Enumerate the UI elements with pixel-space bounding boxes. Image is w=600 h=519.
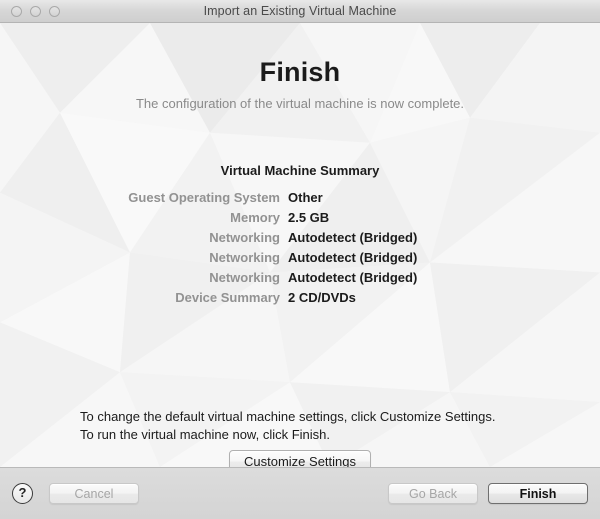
table-row: Guest Operating System Other [112,188,488,208]
go-back-button[interactable]: Go Back [388,483,478,504]
instruction-line-2: To run the virtual machine now, click Fi… [80,427,330,442]
summary-label: Networking [209,230,280,245]
customize-settings-row: Customize Settings [0,450,600,467]
instructions-text: To change the default virtual machine se… [80,408,496,444]
instruction-line-1: To change the default virtual machine se… [80,409,496,424]
summary-value: 2 CD/DVDs [288,290,356,305]
table-row: Networking Autodetect (Bridged) [112,268,488,288]
help-question-icon[interactable]: ? [12,483,33,504]
summary-value: Autodetect (Bridged) [288,230,418,245]
summary-section-title: Virtual Machine Summary [220,163,380,178]
summary-value: Other [288,190,323,205]
summary-label: Networking [209,270,280,285]
finish-button[interactable]: Finish [488,483,588,504]
wizard-footer: ? Cancel Go Back Finish [0,467,600,519]
customize-settings-button[interactable]: Customize Settings [229,450,371,467]
window-title: Import an Existing Virtual Machine [203,4,397,18]
summary-value: Autodetect (Bridged) [288,270,418,285]
table-row: Networking Autodetect (Bridged) [112,228,488,248]
wizard-content: Finish The configuration of the virtual … [0,23,600,467]
summary-label: Memory [230,210,280,225]
table-row: Memory 2.5 GB [112,208,488,228]
page-subtitle: The configuration of the virtual machine… [135,96,465,111]
import-vm-wizard-window: Import an Existing Virtual Machine Finis… [0,0,600,519]
page-title: Finish [259,57,341,87]
table-row: Device Summary 2 CD/DVDs [112,288,488,308]
window-titlebar: Import an Existing Virtual Machine [0,0,600,23]
summary-value: 2.5 GB [288,210,330,225]
summary-label: Device Summary [175,290,280,305]
table-row: Networking Autodetect (Bridged) [112,248,488,268]
cancel-button[interactable]: Cancel [49,483,139,504]
summary-label: Guest Operating System [128,190,280,205]
summary-label: Networking [209,250,280,265]
summary-value: Autodetect (Bridged) [288,250,418,265]
vm-summary-table: Guest Operating System Other Memory 2.5 … [112,188,488,308]
